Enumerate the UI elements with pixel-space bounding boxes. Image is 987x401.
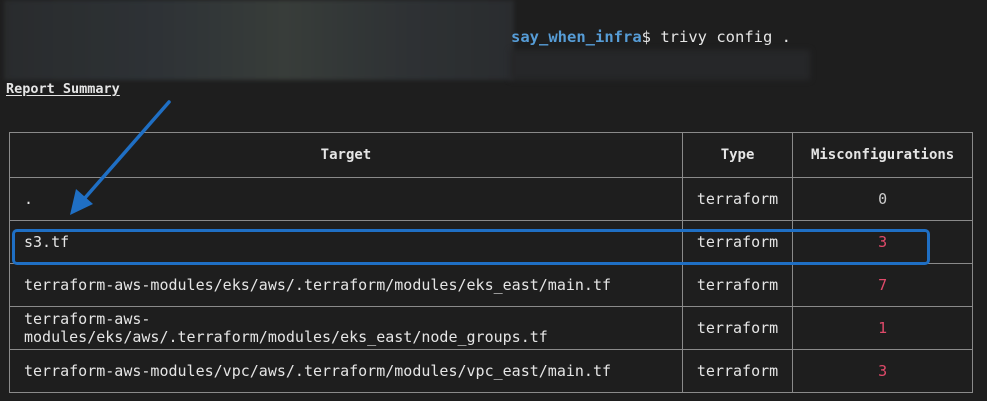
row-target: terraform-aws-modules/eks/aws/.terraform… [9, 263, 683, 307]
row-misconfigurations: 3 [792, 220, 973, 264]
table-row: terraform-aws-modules/eks/aws/.terraform… [9, 306, 973, 350]
table-row: s3.tf terraform 3 [9, 220, 973, 264]
prompt-path: say_when_infra [511, 28, 642, 46]
row-type: terraform [681, 220, 794, 264]
row-type: terraform [681, 306, 794, 350]
table-row: terraform-aws-modules/vpc/aws/.terraform… [9, 349, 973, 393]
column-header-target: Target [9, 132, 683, 178]
command-text: trivy config . [651, 28, 791, 46]
row-target: terraform-aws-modules/vpc/aws/.terraform… [9, 349, 683, 393]
report-summary-table: Target Type Misconfigurations . terrafor… [9, 132, 973, 393]
row-type: terraform [681, 177, 794, 221]
report-summary-title: Report Summary [6, 81, 120, 97]
row-type: terraform [681, 349, 794, 393]
row-misconfigurations: 7 [792, 263, 973, 307]
row-misconfigurations: 0 [792, 177, 973, 221]
terminal-prompt: say_when_infra$ trivy config . [511, 27, 791, 47]
row-type: terraform [681, 263, 794, 307]
row-target: . [9, 177, 683, 221]
row-misconfigurations: 1 [792, 306, 973, 350]
column-header-type: Type [681, 132, 794, 178]
row-target: s3.tf [9, 220, 683, 264]
table-header-row: Target Type Misconfigurations [9, 132, 973, 178]
redacted-area [4, 0, 514, 80]
prompt-suffix: $ [641, 28, 651, 46]
table-row: . terraform 0 [9, 177, 973, 221]
table-row: terraform-aws-modules/eks/aws/.terraform… [9, 263, 973, 307]
column-header-misconfigurations: Misconfigurations [792, 132, 973, 178]
row-target: terraform-aws-modules/eks/aws/.terraform… [9, 306, 683, 350]
redacted-area-secondary [510, 50, 810, 80]
row-misconfigurations: 3 [792, 349, 973, 393]
